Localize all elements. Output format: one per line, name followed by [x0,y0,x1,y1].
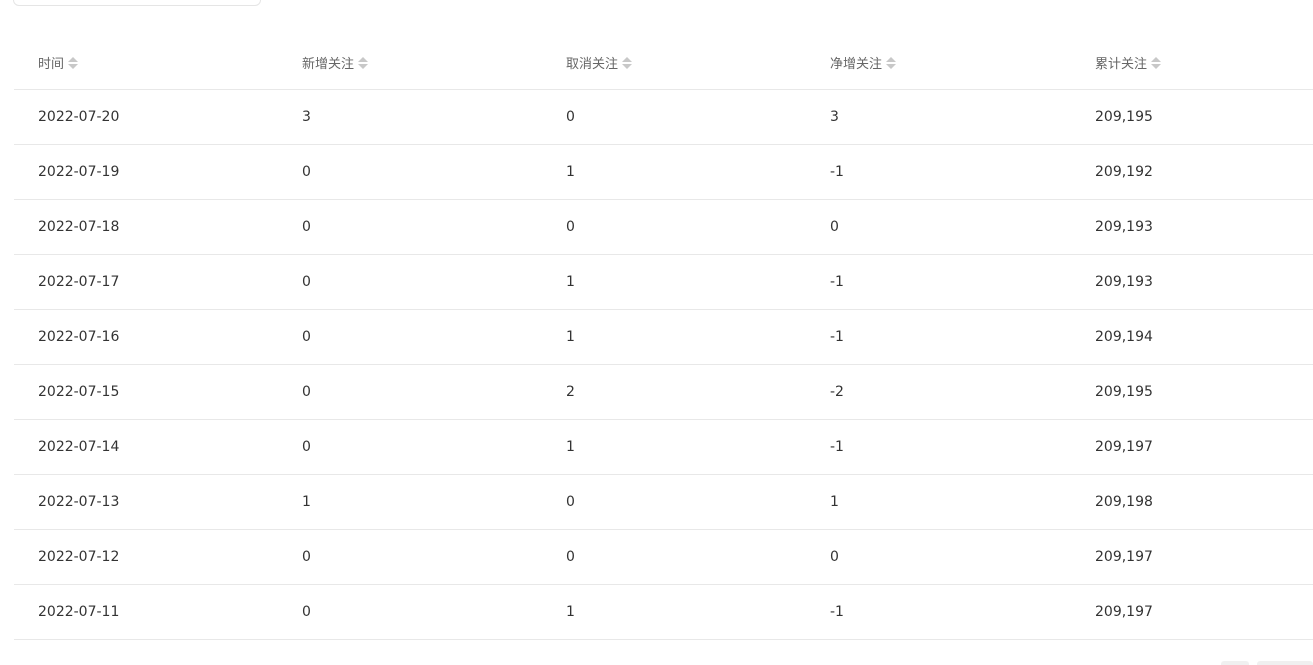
table-cell: 0 [830,549,839,565]
table-cell: 0 [302,329,311,345]
column-header-net-follows[interactable]: 净增关注 [806,53,1071,72]
table-cell: 2022-07-13 [38,494,120,510]
table-cell: 0 [302,604,311,620]
table-cell: 3 [830,109,839,125]
table-cell: 209,197 [1095,549,1153,565]
column-header-unfollows[interactable]: 取消关注 [542,53,806,72]
sort-caret-icon[interactable] [68,55,79,71]
table-cell: 0 [302,439,311,455]
table-row: 2022-07-11 0 1 -1 209,197 [14,585,1313,640]
table-row: 2022-07-16 0 1 -1 209,194 [14,310,1313,365]
table-row: 2022-07-19 0 1 -1 209,192 [14,145,1313,200]
table-cell: 0 [302,274,311,290]
table-cell: 1 [566,164,575,180]
table-cell: 2022-07-19 [38,164,120,180]
table-cell: 209,192 [1095,164,1153,180]
table-cell: 3 [302,109,311,125]
column-header-label: 取消关注 [566,57,619,72]
table-cell: -1 [830,274,844,290]
table-cell: 2022-07-12 [38,549,120,565]
table-cell: -1 [830,604,844,620]
table-cell: 2022-07-18 [38,219,120,235]
sort-caret-icon[interactable] [358,55,369,71]
sort-caret-icon[interactable] [622,55,633,71]
table-cell: -2 [830,384,844,400]
followers-table: 时间 新增关注 取消关注 净增关注 累计关注 2022-07-20 3 0 3 209,… [14,36,1313,640]
table-row: 2022-07-13 1 0 1 209,198 [14,475,1313,530]
table-cell: 2022-07-11 [38,604,120,620]
column-header-new-follows[interactable]: 新增关注 [278,53,542,72]
table-cell: 2022-07-14 [38,439,120,455]
sort-caret-icon[interactable] [1151,55,1162,71]
table-row: 2022-07-15 0 2 -2 209,195 [14,365,1313,420]
filter-input[interactable] [13,0,261,6]
table-cell: 0 [566,494,575,510]
table-cell: 209,195 [1095,109,1153,125]
table-cell: 2022-07-15 [38,384,120,400]
table-cell: 209,194 [1095,329,1153,345]
table-cell: -1 [830,329,844,345]
table-cell: 1 [566,274,575,290]
table-cell: 209,193 [1095,274,1153,290]
table-row: 2022-07-17 0 1 -1 209,193 [14,255,1313,310]
table-cell: 1 [566,604,575,620]
table-cell: 0 [566,219,575,235]
table-cell: 2 [566,384,575,400]
table-cell: 209,198 [1095,494,1153,510]
table-cell: 2022-07-20 [38,109,120,125]
table-cell: 1 [830,494,839,510]
column-header-label: 净增关注 [830,57,883,72]
table-cell: 2022-07-16 [38,329,120,345]
pagination-next-button[interactable] [1257,661,1313,665]
table-row: 2022-07-14 0 1 -1 209,197 [14,420,1313,475]
table-cell: 209,197 [1095,439,1153,455]
table-row: 2022-07-18 0 0 0 209,193 [14,200,1313,255]
table-cell: 1 [566,329,575,345]
page: 时间 新增关注 取消关注 净增关注 累计关注 2022-07-20 3 0 3 209,… [0,0,1313,665]
table-cell: 0 [302,384,311,400]
table-cell: 0 [302,164,311,180]
table-cell: -1 [830,164,844,180]
table-cell: 2022-07-17 [38,274,120,290]
table-cell: 0 [302,219,311,235]
column-header-label: 新增关注 [302,57,355,72]
column-header-total-follows[interactable]: 累计关注 [1071,53,1313,72]
table-cell: 0 [302,549,311,565]
table-cell: 209,195 [1095,384,1153,400]
column-header-label: 累计关注 [1095,57,1148,72]
table-row: 2022-07-20 3 0 3 209,195 [14,90,1313,145]
table-cell: 1 [302,494,311,510]
table-cell: 1 [566,439,575,455]
table-cell: 209,197 [1095,604,1153,620]
column-header-label: 时间 [38,57,65,72]
table-row: 2022-07-12 0 0 0 209,197 [14,530,1313,585]
table-cell: 209,193 [1095,219,1153,235]
sort-caret-icon[interactable] [886,55,897,71]
pagination [1221,661,1313,665]
table-cell: 0 [566,549,575,565]
table-cell: 0 [830,219,839,235]
table-header: 时间 新增关注 取消关注 净增关注 累计关注 [14,36,1313,90]
table-cell: -1 [830,439,844,455]
column-header-time[interactable]: 时间 [14,53,278,72]
table-body: 2022-07-20 3 0 3 209,195 2022-07-19 0 1 -1 209,19… [14,90,1313,640]
table-cell: 0 [566,109,575,125]
pagination-prev-button[interactable] [1221,661,1249,665]
